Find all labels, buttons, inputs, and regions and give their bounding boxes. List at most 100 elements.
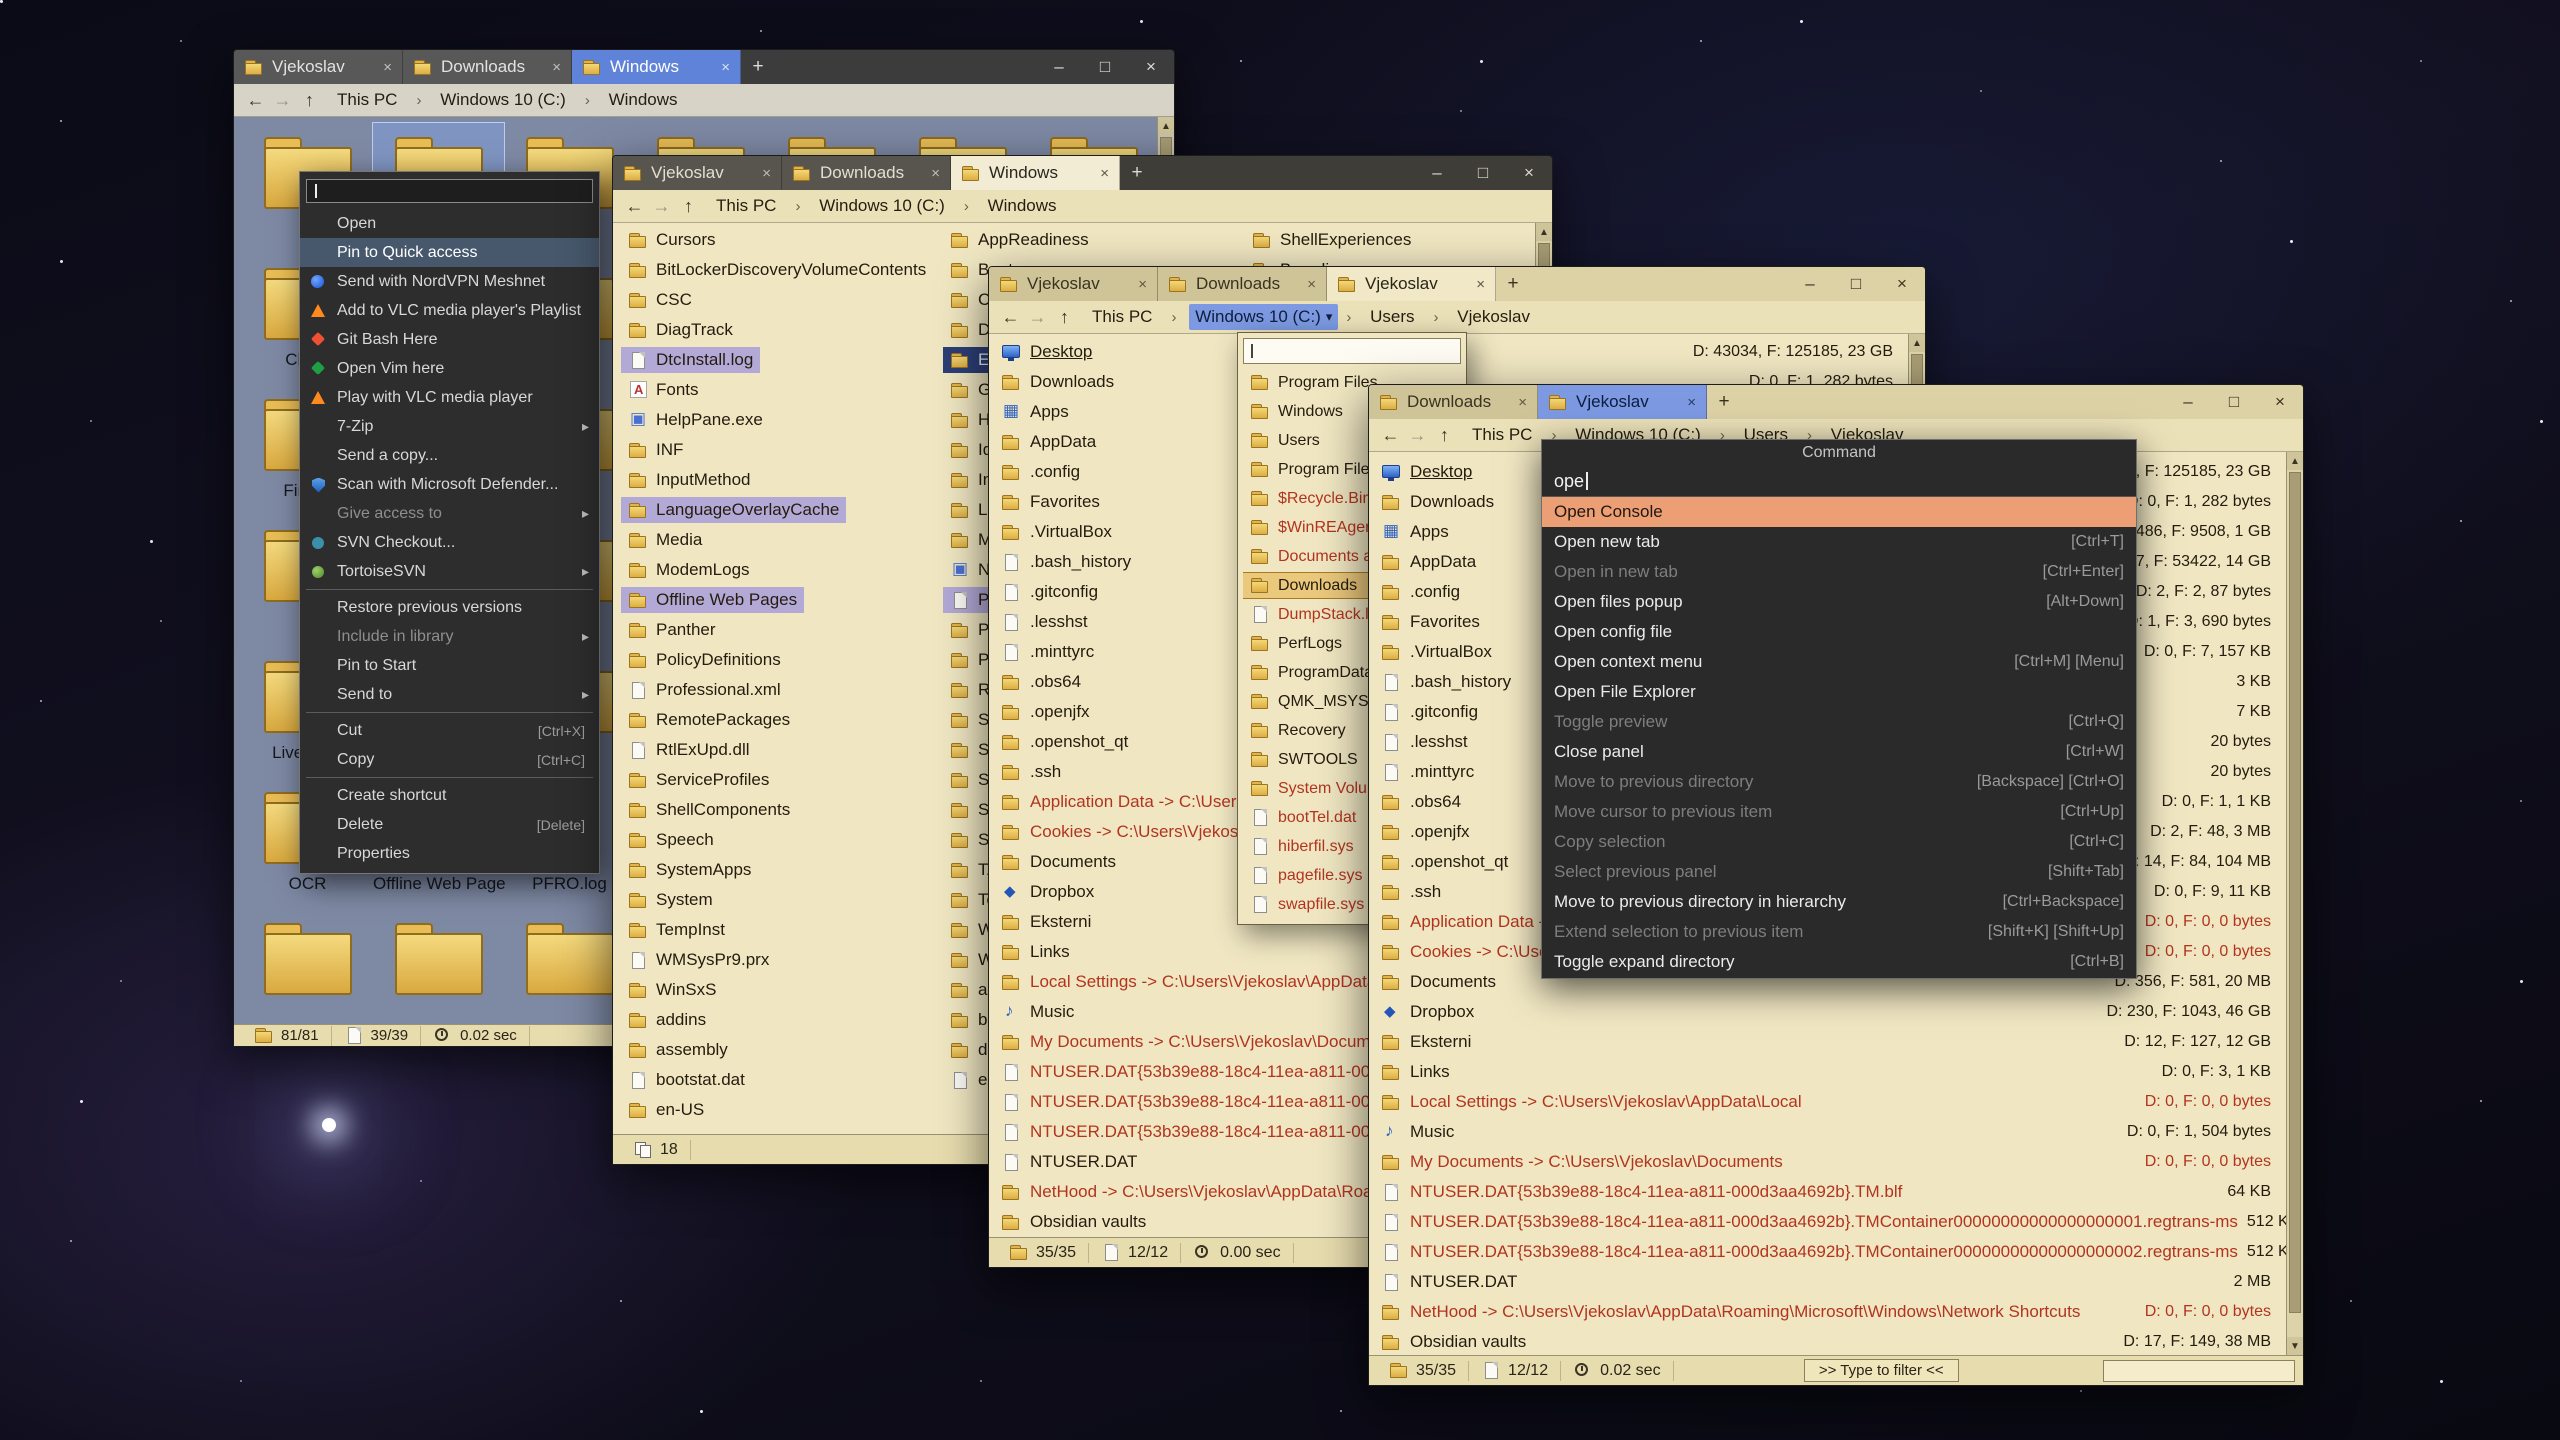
file-icon-cell[interactable] [373,909,504,1024]
scroll-down-icon[interactable]: ▼ [2287,1337,2303,1355]
command-item[interactable]: Toggle expand directory [Ctrl+B] [1542,947,2136,977]
tab-close-icon[interactable]: × [721,59,730,76]
command-item[interactable]: Open in new tab [Ctrl+Enter] [1542,557,2136,587]
file-row[interactable]: assembly [621,1035,933,1065]
command-item[interactable]: Open File Explorer [1542,677,2136,707]
breadcrumb-segment[interactable]: This PC [331,87,408,113]
command-item[interactable]: Open Console [1542,497,2136,527]
file-row[interactable]: DiagTrack [621,315,933,345]
context-menu-item[interactable]: Copy [Ctrl+C] [300,745,599,774]
command-item[interactable]: Toggle preview [Ctrl+Q] [1542,707,2136,737]
tab-close-icon[interactable]: × [1687,394,1696,411]
breadcrumb-segment[interactable]: This PC [710,193,787,219]
close-button[interactable]: × [1506,156,1552,190]
context-menu-item[interactable] [300,709,599,716]
context-menu-item[interactable]: Include in library ▸ [300,622,599,651]
tab[interactable]: Downloads × [403,50,572,84]
titlebar-spacer[interactable] [775,50,1036,84]
command-item[interactable]: Close panel [Ctrl+W] [1542,737,2136,767]
file-row[interactable]: WMSysPr9.prx [621,945,933,975]
close-button[interactable]: × [1879,267,1925,301]
file-row[interactable]: RtlExUpd.dll [621,735,933,765]
file-row[interactable]: DtcInstall.log [621,345,933,375]
context-menu-item[interactable]: Create shortcut [300,781,599,810]
breadcrumb-segment[interactable]: › Vjekoslav [1426,304,1542,330]
command-item[interactable]: Move cursor to previous item [Ctrl+Up] [1542,797,2136,827]
new-tab-button[interactable]: + [1496,267,1530,301]
file-row[interactable]: Links D: 0, F: 3, 1 KB [1369,1057,2287,1087]
maximize-button[interactable]: □ [1082,50,1128,84]
filter-input[interactable]: >> Type to filter << [1804,1359,1959,1382]
file-row[interactable]: Fonts [621,375,933,405]
file-row[interactable]: WinSxS [621,975,933,1005]
context-menu-item[interactable]: Scan with Microsoft Defender... [300,470,599,499]
minimize-button[interactable]: – [1036,50,1082,84]
context-menu-item[interactable]: SVN Checkout... [300,528,599,557]
context-menu-item[interactable]: TortoiseSVN ▸ [300,557,599,586]
scrollbar[interactable]: ▲ ▼ [2286,452,2303,1355]
context-menu-item[interactable] [300,774,599,781]
tab[interactable]: Windows × [572,50,741,84]
context-menu-item[interactable]: Delete [Delete] [300,810,599,839]
command-item[interactable]: Open context menu [Ctrl+M] [Menu] [1542,647,2136,677]
breadcrumb-segment[interactable]: This PC [1466,422,1543,448]
new-tab-button[interactable]: + [741,50,775,84]
file-row[interactable]: PolicyDefinitions [621,645,933,675]
tab[interactable]: Vjekoslav × [613,156,782,190]
file-row[interactable]: INF [621,435,933,465]
up-button[interactable]: ↑ [675,196,702,217]
file-row[interactable]: Speech [621,825,933,855]
tab-close-icon[interactable]: × [1307,276,1316,293]
file-row[interactable]: InputMethod [621,465,933,495]
new-tab-button[interactable]: + [1707,385,1741,419]
minimize-button[interactable]: – [1787,267,1833,301]
file-row[interactable]: Music D: 0, F: 1, 504 bytes [1369,1117,2287,1147]
file-row[interactable]: NTUSER.DAT 2 MB [1369,1267,2287,1297]
maximize-button[interactable]: □ [2211,385,2257,419]
context-menu-item[interactable]: Git Bash Here [300,325,599,354]
forward-button[interactable]: → [1024,307,1051,328]
context-menu-item[interactable]: Open [300,209,599,238]
file-row[interactable]: ModemLogs [621,555,933,585]
file-row[interactable]: Professional.xml [621,675,933,705]
forward-button[interactable]: → [1404,425,1431,446]
context-menu-item[interactable]: 7-Zip ▸ [300,412,599,441]
command-item[interactable]: Select previous panel [Shift+Tab] [1542,857,2136,887]
tab[interactable]: Vjekoslav × [1327,267,1496,301]
titlebar-spacer[interactable] [1154,156,1414,190]
tab-close-icon[interactable]: × [1138,276,1147,293]
context-menu-item[interactable]: Play with VLC media player [300,383,599,412]
context-menu-item[interactable] [300,586,599,593]
tab[interactable]: Downloads × [782,156,951,190]
up-button[interactable]: ↑ [296,90,323,111]
breadcrumb-segment[interactable]: › Windows 10 (C:) [787,193,955,219]
context-menu-item[interactable]: Properties [300,839,599,868]
tab-close-icon[interactable]: × [552,59,561,76]
file-row[interactable]: Eksterni D: 12, F: 127, 12 GB [1369,1027,2287,1057]
file-row[interactable]: NTUSER.DAT{53b39e88-18c4-11ea-a811-000d3… [1369,1237,2287,1267]
file-row[interactable]: BitLockerDiscoveryVolumeContents [621,255,933,285]
tab-close-icon[interactable]: × [1476,276,1485,293]
tab-close-icon[interactable]: × [383,59,392,76]
command-item[interactable]: Copy selection [Ctrl+C] [1542,827,2136,857]
file-row[interactable]: HelpPane.exe [621,405,933,435]
context-menu-item[interactable]: Give access to ▸ [300,499,599,528]
breadcrumb-segment[interactable]: › Windows [956,193,1068,219]
context-menu-item[interactable]: Send with NordVPN Meshnet [300,267,599,296]
file-row[interactable]: NetHood -> C:\Users\Vjekoslav\AppData\Ro… [1369,1297,2287,1327]
context-menu-item[interactable]: Send to ▸ [300,680,599,709]
title-bar[interactable]: Downloads × Vjekoslav × + – □ × [1369,385,2303,419]
tab[interactable]: Vjekoslav × [1538,385,1707,419]
breadcrumb-segment[interactable]: › Windows 10 (C:) [408,87,576,113]
minimize-button[interactable]: – [2165,385,2211,419]
scroll-up-icon[interactable]: ▲ [1909,334,1925,352]
file-row[interactable]: ServiceProfiles [621,765,933,795]
file-row[interactable]: System [621,885,933,915]
title-bar[interactable]: Vjekoslav × Downloads × Windows × + – □ [613,156,1552,190]
file-row[interactable]: AppReadiness [943,225,1255,255]
command-item[interactable]: Move to previous directory in hierarchy … [1542,887,2136,917]
tab[interactable]: Vjekoslav × [989,267,1158,301]
file-row[interactable]: LanguageOverlayCache [621,495,933,525]
file-row[interactable]: RemotePackages [621,705,933,735]
maximize-button[interactable]: □ [1460,156,1506,190]
